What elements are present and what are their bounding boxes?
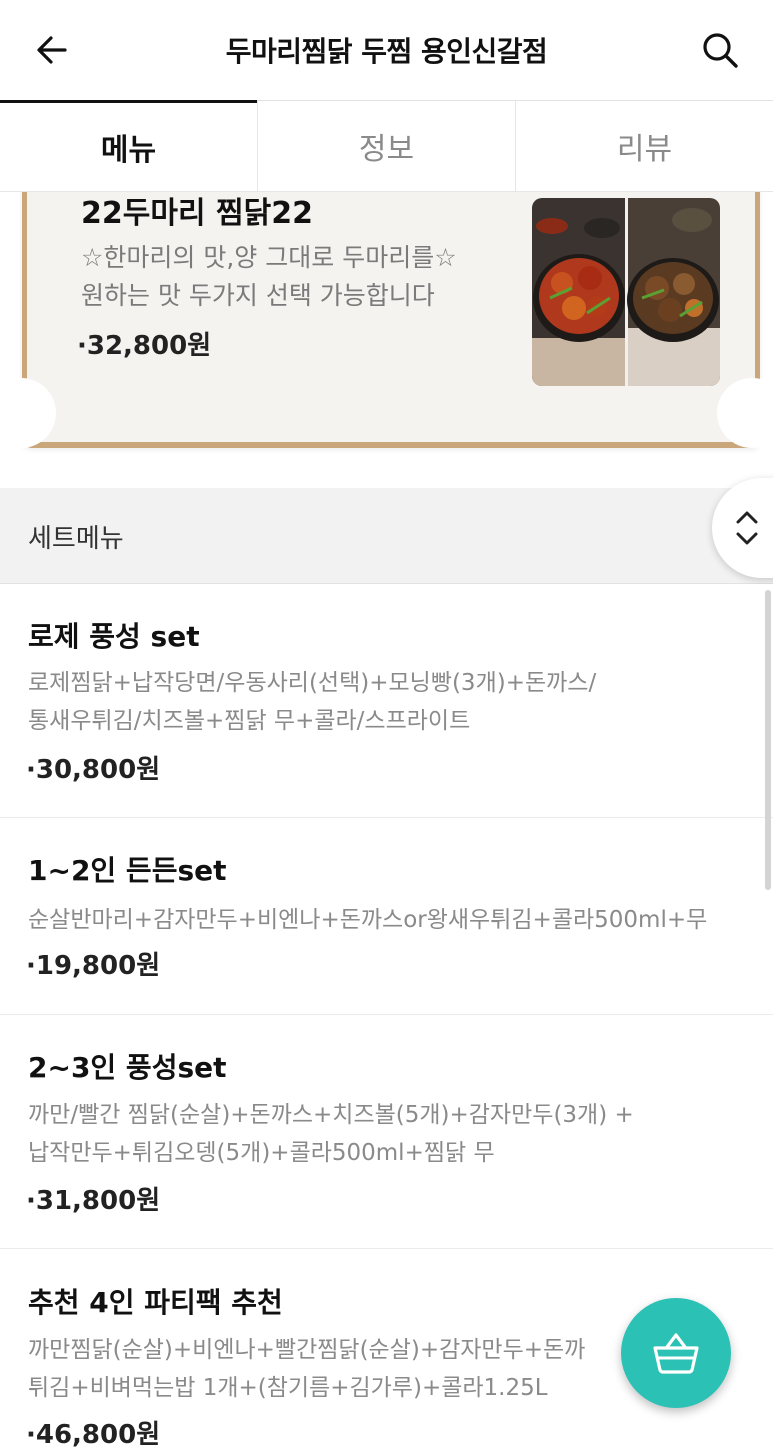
menu-item-description-line1: 까만찜닭(순살)+비엔나+빨간찜닭(순살)+감자만두+돈까 <box>28 1337 586 1363</box>
tab-reviews[interactable]: 리뷰 <box>515 100 773 191</box>
chevron-up-down-icon <box>736 511 758 545</box>
menu-item-price: ·31,800원 <box>26 1186 161 1216</box>
promo-card[interactable]: 22두마리 찜닭22 ☆한마리의 맛,양 그대로 두마리를☆ 원하는 맛 두가지… <box>0 192 773 488</box>
search-button[interactable] <box>698 28 742 72</box>
menu-item-description-line1: 까만/빨간 찜닭(순살)+돈까스+치즈볼(5개)+감자만두(3개) + <box>28 1102 634 1128</box>
menu-item-description-line2: 튀김+비벼먹는밥 1개+(참기름+김가루)+콜라1.25L <box>28 1375 548 1401</box>
promo-title: 22두마리 찜닭22 <box>81 196 313 231</box>
back-button[interactable] <box>30 28 74 72</box>
tab-info[interactable]: 정보 <box>257 100 515 191</box>
menu-item-name: 2~3인 풍성set <box>28 1051 227 1084</box>
menu-item-price: ·19,800원 <box>26 951 161 981</box>
tab-menu[interactable]: 메뉴 <box>0 100 257 191</box>
menu-item[interactable]: 1~2인 든든set 순살반마리+감자만두+비엔나+돈까스or왕새우튀김+콜라5… <box>0 818 773 1015</box>
cart-button[interactable] <box>621 1298 731 1408</box>
section-title: 세트메뉴 <box>28 524 124 554</box>
promo-price: ·32,800원 <box>77 331 212 361</box>
shopping-basket-icon <box>653 1333 699 1374</box>
section-header-set-menu: 세트메뉴 <box>0 488 773 584</box>
menu-item-name: 1~2인 든든set <box>28 854 227 887</box>
menu-item-price: ·30,800원 <box>26 755 161 785</box>
promo-description-line1: ☆한마리의 맛,양 그대로 두마리를☆ <box>81 243 457 272</box>
promo-food-image <box>532 198 720 386</box>
menu-item-price: ·46,800원 <box>26 1420 161 1450</box>
menu-item-description-line1: 순살반마리+감자만두+비엔나+돈까스or왕새우튀김+콜라500ml+무 <box>28 907 708 933</box>
search-icon <box>703 33 738 68</box>
page-title: 두마리찜닭 두찜 용인신갈점 <box>225 35 548 68</box>
menu-item-name: 추천 4인 파티팩 추천 <box>28 1286 283 1319</box>
menu-item-description-line1: 로제찜닭+납작당면/우동사리(선택)+모닝빵(3개)+돈까스/ <box>28 670 597 696</box>
app-header: 두마리찜닭 두찜 용인신갈점 <box>0 0 773 100</box>
promo-description-line2: 원하는 맛 두가지 선택 가능합니다 <box>81 281 435 310</box>
menu-item[interactable]: 2~3인 풍성set 까만/빨간 찜닭(순살)+돈까스+치즈볼(5개)+감자만두… <box>0 1015 773 1249</box>
tab-bar: 메뉴 정보 리뷰 <box>0 100 773 192</box>
menu-item-description-line2: 통새우튀김/치즈볼+찜닭 무+콜라/스프라이트 <box>28 708 471 734</box>
scrollbar[interactable] <box>765 590 771 890</box>
menu-item[interactable]: 로제 풍성 set 로제찜닭+납작당면/우동사리(선택)+모닝빵(3개)+돈까스… <box>0 584 773 818</box>
arrow-left-icon <box>37 36 67 64</box>
menu-item-name: 로제 풍성 set <box>28 620 200 653</box>
menu-item-description-line2: 납작만두+튀김오뎅(5개)+콜라500ml+찜닭 무 <box>28 1140 495 1166</box>
